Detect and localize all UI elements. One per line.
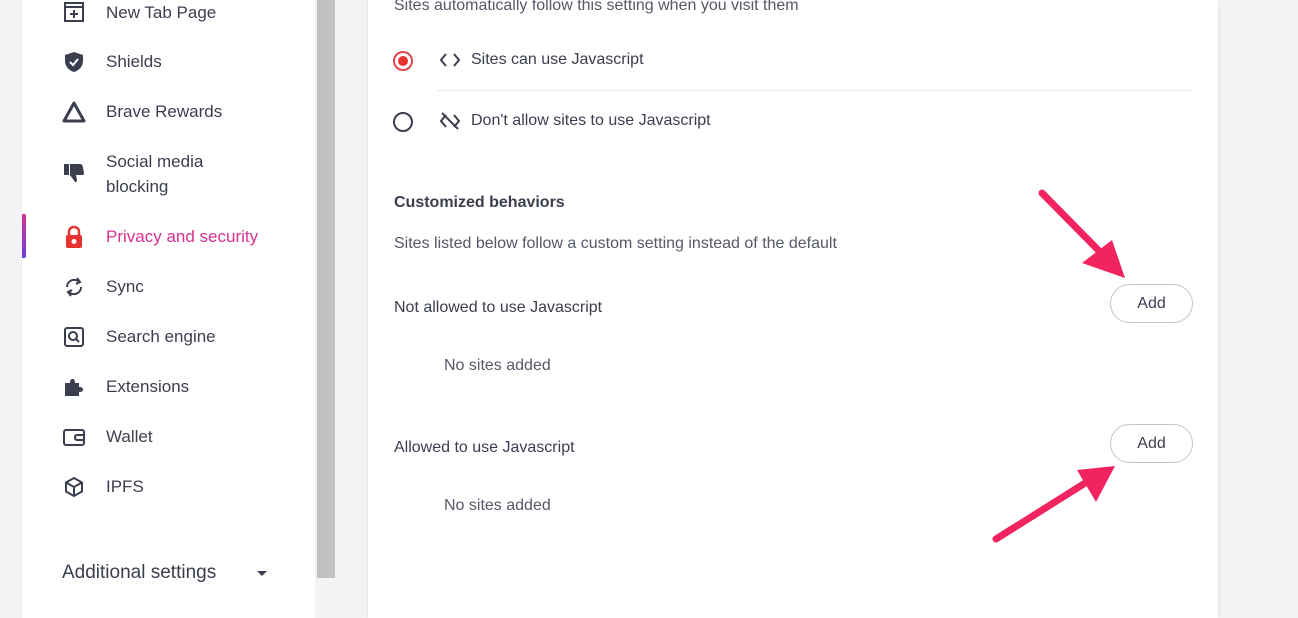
annotation-arrows xyxy=(992,189,1125,543)
arrow-to-bottom-add-button xyxy=(992,466,1115,543)
arrow-to-top-add-button xyxy=(1038,189,1125,278)
